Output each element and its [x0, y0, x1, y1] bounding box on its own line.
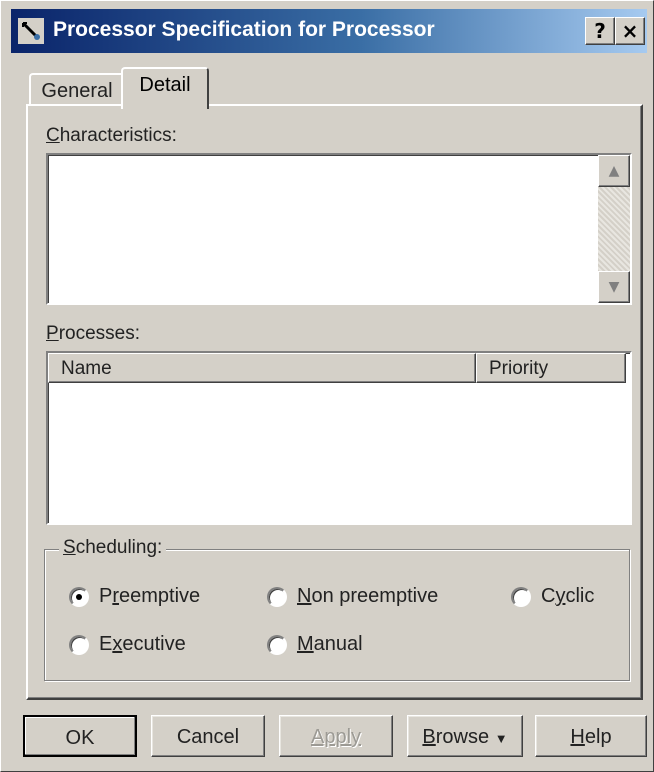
radio-non-preemptive-label: Non preemptive	[297, 585, 439, 607]
tab-detail[interactable]: Detail	[121, 67, 209, 109]
radio-executive[interactable]: Executive	[69, 633, 186, 656]
title-bar: Processor Specification for Processor ? …	[11, 9, 647, 53]
radio-manual[interactable]: Manual	[267, 633, 363, 656]
characteristics-label: Characteristics:	[46, 125, 177, 146]
dropdown-arrow-icon: ▼	[494, 731, 508, 746]
processes-list[interactable]: Name Priority	[46, 351, 632, 525]
radio-preemptive[interactable]: Preemptive	[69, 585, 200, 608]
help-button[interactable]: Help	[535, 715, 647, 757]
column-header-name[interactable]: Name	[48, 353, 476, 383]
browse-button[interactable]: Browse ▼	[407, 715, 523, 757]
help-title-button[interactable]: ?	[585, 17, 615, 45]
radio-preemptive-label: Preemptive	[99, 585, 201, 607]
radio-executive-label: Executive	[99, 633, 186, 655]
characteristics-textarea[interactable]: ▲ ▼	[46, 153, 632, 305]
scheduling-group	[44, 549, 630, 681]
processor-spec-icon	[17, 17, 45, 45]
radio-non-preemptive[interactable]: Non preemptive	[267, 585, 438, 608]
radio-unchecked-icon	[69, 634, 89, 655]
radio-checked-icon	[69, 586, 89, 607]
radio-unchecked-icon	[267, 586, 287, 607]
close-title-button[interactable]: ×	[615, 17, 645, 45]
radio-unchecked-icon	[511, 586, 531, 607]
radio-unchecked-icon	[267, 634, 287, 655]
scroll-up-arrow-icon[interactable]: ▲	[598, 155, 630, 187]
scroll-down-arrow-icon[interactable]: ▼	[598, 271, 630, 303]
ok-button[interactable]: OK	[23, 715, 137, 757]
column-header-priority[interactable]: Priority	[476, 353, 626, 383]
apply-button[interactable]: Apply	[279, 715, 393, 757]
dialog-window: Processor Specification for Processor ? …	[0, 0, 654, 772]
radio-cyclic[interactable]: Cyclic	[511, 585, 594, 608]
scheduling-label: Scheduling:	[59, 537, 167, 559]
radio-manual-label: Manual	[297, 633, 363, 655]
window-title: Processor Specification for Processor	[53, 18, 435, 41]
characteristics-scrollbar[interactable]: ▲ ▼	[598, 155, 630, 303]
cancel-button[interactable]: Cancel	[151, 715, 265, 757]
processes-label: Processes:	[46, 323, 140, 344]
radio-cyclic-label: Cyclic	[541, 585, 595, 607]
